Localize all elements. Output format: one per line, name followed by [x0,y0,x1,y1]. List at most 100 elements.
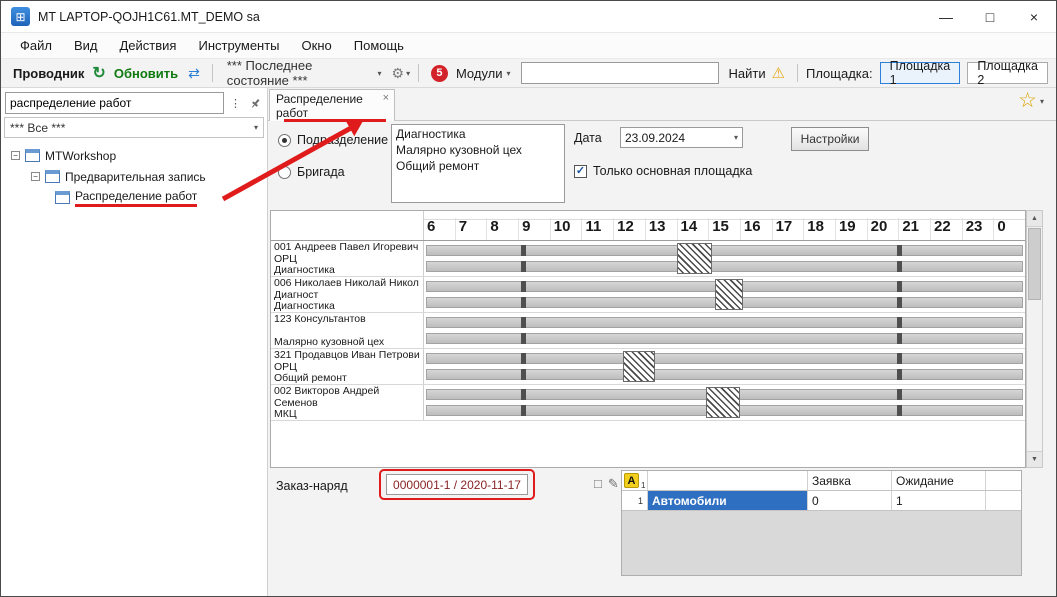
list-item[interactable]: Малярно кузовной цех [392,142,564,158]
gear-chevron-icon[interactable]: ▾ [406,69,410,78]
main-site-checkbox-label: Только основная площадка [593,164,752,178]
gear-icon[interactable]: ⚙ [390,65,405,82]
shift-boundary-mark [521,353,526,364]
list-item[interactable]: Диагностика [392,126,564,142]
menu-item-help[interactable]: Помощь [343,35,415,56]
grid-header-waiting[interactable]: Ожидание [892,471,986,490]
tree-node-mtworkshop[interactable]: − MTWorkshop [3,145,265,166]
gantt-row-timeline[interactable] [424,313,1025,348]
refresh-button[interactable]: Обновить [110,66,182,81]
gantt-row-timeline[interactable] [424,385,1025,420]
radio-button-icon[interactable] [278,166,291,179]
sidebar-search-input[interactable] [5,92,224,114]
gantt-row: 002 Викторов Андрей СеменовМКЦОбщий ремо… [271,385,1025,421]
radio-brigade[interactable]: Бригада [278,165,345,179]
gantt-row-timeline[interactable] [424,241,1025,276]
date-picker[interactable]: 23.09.2024 ▾ [620,127,743,148]
hour-label: 6 [424,218,455,240]
annotation-tab-underline [284,119,386,122]
grid-header-request[interactable]: Заявка [808,471,892,490]
shift-bar[interactable] [426,317,1023,328]
gantt-row-name: 002 Викторов Андрей СеменовМКЦОбщий ремо… [271,385,424,420]
shift-boundary-mark [897,333,902,344]
gantt-body: 001 Андреев Павел ИгоревичОРЦДиагностика… [271,241,1025,421]
tab-work-distribution[interactable]: Распределение работ × [269,89,395,121]
main-site-checkbox[interactable]: ✓ Только основная площадка [574,164,752,178]
sync-arrows-icon[interactable]: ⇄ [184,65,204,82]
toolbar-search-input[interactable] [521,62,719,84]
shift-boundary-mark [897,353,902,364]
busy-interval[interactable] [715,279,743,310]
gantt-row-timeline[interactable] [424,349,1025,384]
menu-item-window[interactable]: Окно [291,35,343,56]
grid-cell-name[interactable]: Автомобили [648,491,808,510]
maximize-button[interactable]: □ [968,1,1012,32]
vertical-scrollbar[interactable]: ▲ ▼ [1026,210,1043,468]
busy-interval[interactable] [706,387,741,418]
explorer-toggle-button[interactable]: Проводник [9,66,88,81]
radio-division[interactable]: Подразделение [278,133,388,147]
shift-bar[interactable] [426,333,1023,344]
grid-header-name[interactable] [648,471,808,490]
modules-chevron-icon[interactable]: ▾ [507,69,511,78]
scroll-down-icon[interactable]: ▼ [1027,451,1042,467]
app-window: ⊞ MT LAPTOP-QOJH1C61.MT_DEMO sa — □ × Фа… [0,0,1057,597]
settings-button[interactable]: Настройки [791,127,869,151]
shift-bar[interactable] [426,261,1023,272]
shift-bar[interactable] [426,245,1023,256]
hour-label: 7 [455,218,487,240]
hour-label: 10 [550,218,582,240]
site-2-button[interactable]: Площадка 2 [967,62,1048,84]
collapse-icon[interactable]: − [11,151,20,160]
tab-close-icon[interactable]: × [383,90,394,121]
filter-panel: Подразделение Бригада Диагностика Малярн… [268,122,1056,210]
menu-item-file[interactable]: Файл [9,35,63,56]
auto-filter-icon[interactable]: A [624,473,639,488]
grid-corner[interactable]: A 1 [622,471,648,490]
busy-interval[interactable] [677,243,712,274]
tree-node-work-distribution[interactable]: Распределение работ [3,187,265,208]
list-item[interactable]: Общий ремонт [392,158,564,174]
close-button[interactable]: × [1012,1,1056,32]
scrollbar-thumb[interactable] [1028,228,1041,300]
collapse-icon[interactable]: − [31,172,40,181]
order-picker-icon[interactable]: □ [594,476,602,492]
grid-cell-request[interactable]: 0 [808,491,892,510]
state-combo-value: *** Последнее состояние *** [227,58,371,88]
more-options-icon[interactable]: ⋮ [227,93,244,113]
menu-item-tools[interactable]: Инструменты [187,35,290,56]
tree-node-preliminary-record[interactable]: − Предварительная запись [3,166,265,187]
site-1-button[interactable]: Площадка 1 [880,62,961,84]
minimize-button[interactable]: — [924,1,968,32]
gantt-row-timeline[interactable] [424,277,1025,312]
favorites-control[interactable]: ☆ ▾ [1018,91,1044,111]
state-combo[interactable]: *** Последнее состояние *** ▾ [221,56,388,90]
modules-button[interactable]: Модули [454,66,505,81]
order-number-field[interactable]: 0000001-1 / 2020-11-17 [386,474,528,495]
shift-boundary-mark [521,245,526,256]
shift-bar[interactable] [426,353,1023,364]
sidebar-filter-combo[interactable]: *** Все *** ▾ [4,117,264,138]
order-edit-icon[interactable]: ✎ [608,476,619,492]
date-label: Дата [574,131,602,145]
form-node-icon [55,191,70,204]
refresh-icon[interactable]: ↻ [90,63,107,83]
scroll-up-icon[interactable]: ▲ [1027,211,1042,227]
tree-node-label: MTWorkshop [45,149,116,163]
find-button[interactable]: Найти [729,66,766,81]
grid-row-filler [986,491,1021,510]
menu-item-view[interactable]: Вид [63,35,109,56]
radio-button-icon[interactable] [278,134,291,147]
favorites-star-icon[interactable]: ☆ [1018,91,1037,111]
division-listbox[interactable]: Диагностика Малярно кузовной цех Общий р… [391,124,565,203]
menu-item-actions[interactable]: Действия [109,35,188,56]
grid-cell-waiting[interactable]: 1 [892,491,986,510]
shift-bar[interactable] [426,369,1023,380]
checkbox-check-icon[interactable]: ✓ [574,165,587,178]
pin-icon[interactable] [247,93,264,113]
busy-interval[interactable] [623,351,655,382]
hour-label: 12 [613,218,645,240]
shift-boundary-mark [897,281,902,292]
sidebar-search-row: ⋮ [1,88,267,117]
tree-node-label: Предварительная запись [65,170,206,184]
